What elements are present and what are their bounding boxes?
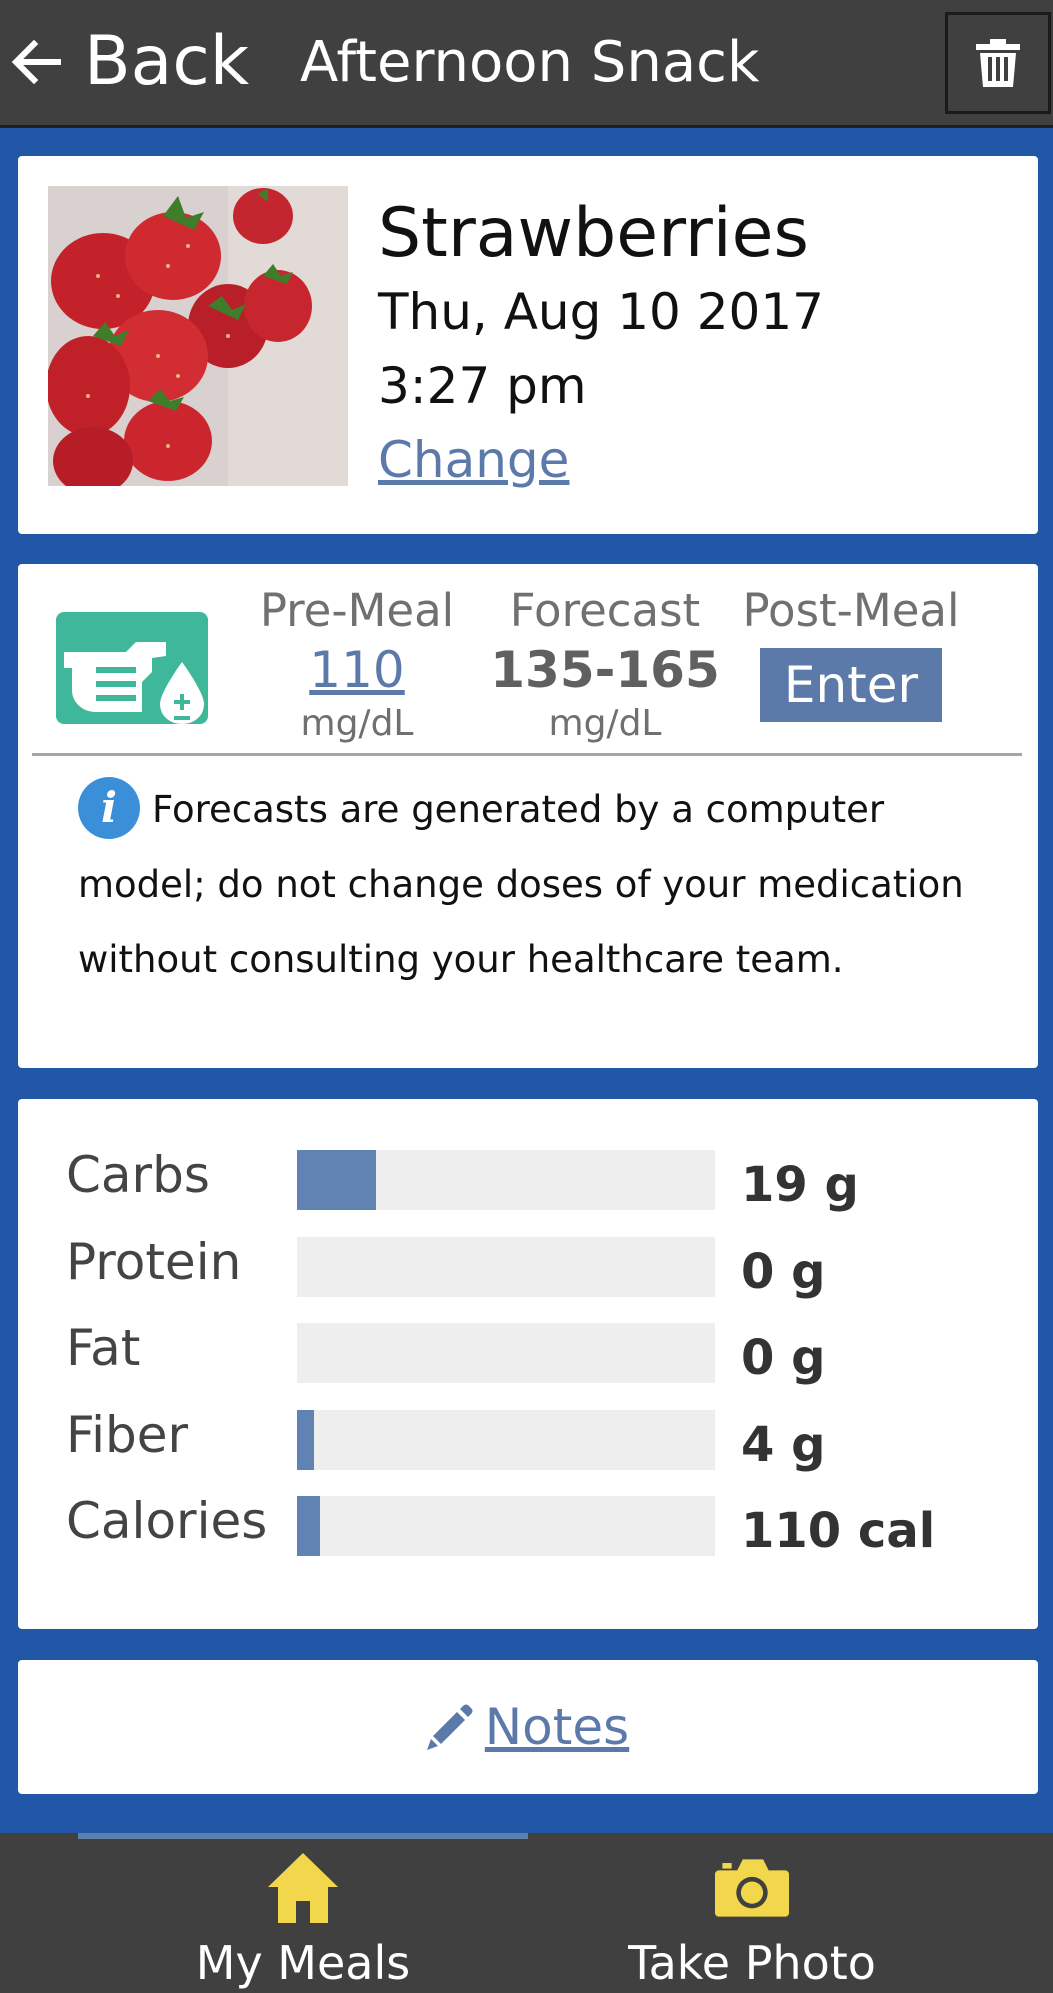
nutrient-label: Protein	[66, 1232, 242, 1291]
trash-icon	[976, 39, 1020, 87]
nutrient-bar-fill	[297, 1496, 320, 1556]
change-datetime-link[interactable]: Change	[378, 428, 569, 492]
pre-meal-column: Pre-Meal 110 mg/dL	[242, 582, 472, 748]
tab-take-photo-label: Take Photo	[628, 1936, 876, 1990]
divider	[32, 753, 1022, 756]
nutrient-row-protein: Protein 0 g	[18, 1228, 1038, 1300]
back-label: Back	[84, 22, 250, 101]
nutrition-card: Carbs 19 g Protein 0 g Fat 0 g Fiber 4 g Calorie…	[18, 1099, 1038, 1629]
nutrient-row-carbs: Carbs 19 g	[18, 1141, 1038, 1213]
nutrient-bar	[297, 1496, 715, 1556]
nutrient-bar-fill	[297, 1409, 314, 1470]
tab-my-meals[interactable]: My Meals	[78, 1851, 528, 1993]
pre-meal-label: Pre-Meal	[259, 584, 455, 637]
bottom-nav: My Meals Take Photo	[0, 1833, 1053, 1993]
nutrient-bar	[297, 1409, 715, 1470]
strawberries-image	[48, 186, 348, 486]
nutrient-label: Fat	[66, 1319, 141, 1377]
notes-link[interactable]: Notes	[18, 1660, 1038, 1794]
nutrient-value: 19 g	[741, 1157, 859, 1213]
active-tab-indicator	[78, 1833, 528, 1839]
arrow-left-icon	[11, 39, 61, 85]
nutrient-bar	[297, 1150, 715, 1210]
glucose-meter-icon	[56, 612, 208, 724]
forecast-value: 135-165	[490, 641, 720, 699]
page-title: Afternoon Snack	[300, 30, 760, 95]
top-bar: Back Afternoon Snack	[0, 0, 1053, 128]
meal-card: Strawberries Thu, Aug 10 2017 3:27 pm Ch…	[18, 156, 1038, 534]
back-button[interactable]: Back	[10, 20, 249, 104]
enter-post-meal-button[interactable]: Enter	[760, 648, 942, 722]
nutrient-bar	[297, 1323, 715, 1383]
nutrient-bar-fill	[297, 1150, 376, 1210]
forecast-label: Forecast	[509, 584, 701, 637]
pre-meal-value-link[interactable]: 110	[242, 640, 472, 700]
notes-card: Notes	[18, 1660, 1038, 1794]
nutrient-label: Calories	[66, 1492, 268, 1550]
meal-name: Strawberries	[378, 194, 809, 273]
nutrient-value: 110 cal	[741, 1503, 936, 1559]
delete-button[interactable]	[945, 12, 1051, 114]
nutrient-bar	[297, 1236, 715, 1297]
post-meal-column: Post-Meal Enter	[736, 582, 966, 722]
nutrient-label: Carbs	[66, 1146, 210, 1204]
forecast-unit: mg/dL	[548, 703, 662, 744]
camera-icon	[715, 1859, 789, 1917]
forecast-disclaimer: i Forecasts are generated by a computer m…	[78, 772, 978, 997]
meal-photo	[48, 186, 348, 486]
home-icon	[268, 1853, 338, 1923]
nutrient-row-fiber: Fiber 4 g	[18, 1401, 1038, 1473]
nutrient-value: 4 g	[741, 1416, 826, 1473]
glucose-forecast-card: Pre-Meal 110 mg/dL Forecast 135-165 mg/d…	[18, 564, 1038, 1068]
post-meal-label: Post-Meal	[742, 584, 960, 637]
forecast-column: Forecast 135-165 mg/dL	[490, 582, 720, 748]
tab-my-meals-label: My Meals	[195, 1936, 411, 1990]
nutrient-row-fat: Fat 0 g	[18, 1314, 1038, 1386]
nutrient-value: 0 g	[741, 1243, 826, 1300]
pencil-icon	[426, 1704, 473, 1750]
pre-meal-unit: mg/dL	[300, 703, 414, 744]
nutrient-value: 0 g	[741, 1330, 826, 1386]
meal-time: 3:27 pm	[378, 357, 587, 415]
meal-date: Thu, Aug 10 2017	[378, 283, 824, 341]
nutrient-label: Fiber	[66, 1405, 189, 1464]
nutrient-row-calories: Calories 110 cal	[18, 1487, 1038, 1559]
tab-take-photo[interactable]: Take Photo	[527, 1851, 977, 1993]
disclaimer-text: Forecasts are generated by a computer mo…	[78, 788, 964, 981]
notes-label: Notes	[484, 1698, 630, 1756]
info-icon: i	[78, 776, 140, 839]
